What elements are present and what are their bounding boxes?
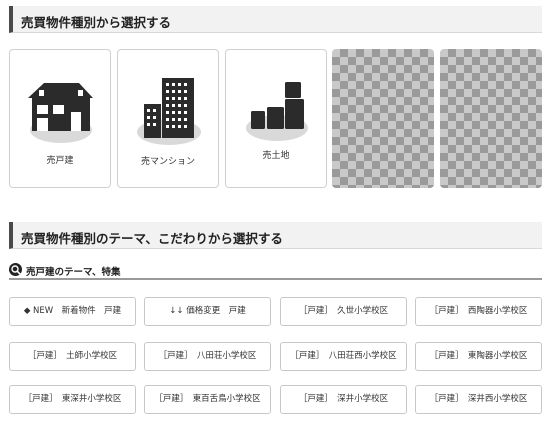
property-type-card-mansion[interactable]: 売マンション — [117, 49, 219, 188]
search-icon — [9, 263, 22, 276]
theme-button-school-district[interactable]: ［戸建］ 深井小学校区 — [280, 385, 407, 414]
theme-button-school-district[interactable]: ［戸建］ 東百舌鳥小学校区 — [144, 385, 271, 414]
placeholder-card — [440, 49, 542, 188]
property-type-label: 売土地 — [262, 151, 290, 161]
theme-button-school-district[interactable]: ［戸建］ 東深井小学校区 — [9, 385, 136, 414]
house-icon — [28, 83, 93, 143]
theme-button-new-listings[interactable]: ◆ NEW 新着物件 戸建 — [9, 297, 136, 326]
theme-button-school-district[interactable]: ［戸建］ 久世小学校区 — [280, 297, 407, 326]
subsection-header: 売戸建のテーマ、特集 — [9, 262, 542, 280]
property-type-card-house[interactable]: 売戸建 — [9, 49, 111, 188]
subsection-title: 売戸建のテーマ、特集 — [26, 267, 121, 278]
apartment-building-icon — [137, 78, 201, 145]
theme-button-school-district[interactable]: ［戸建］ 八田荘小学校区 — [144, 342, 271, 371]
section-title: 売買物件種別から選択する — [21, 15, 172, 30]
property-type-label: 売マンション — [140, 157, 195, 167]
section-title: 売買物件種別のテーマ、こだわりから選択する — [21, 231, 283, 246]
theme-button-school-district[interactable]: ［戸建］ 八田荘西小学校区 — [280, 342, 407, 371]
theme-button-school-district[interactable]: ［戸建］ 東陶器小学校区 — [415, 342, 542, 371]
theme-button-school-district[interactable]: ［戸建］ 西陶器小学校区 — [415, 297, 542, 326]
section-header-theme: 売買物件種別のテーマ、こだわりから選択する — [9, 222, 542, 249]
theme-button-school-district[interactable]: ［戸建］ 土師小学校区 — [9, 342, 136, 371]
placeholder-card — [332, 49, 434, 188]
theme-button-school-district[interactable]: ［戸建］ 深井西小学校区 — [415, 385, 542, 414]
property-type-card-land[interactable]: 売土地 — [225, 49, 327, 188]
property-type-label: 売戸建 — [46, 156, 74, 166]
theme-button-price-change[interactable]: ↓↓ 価格変更 戸建 — [144, 297, 271, 326]
section-header-property-type: 売買物件種別から選択する — [9, 6, 542, 33]
land-plot-icon — [246, 82, 308, 141]
